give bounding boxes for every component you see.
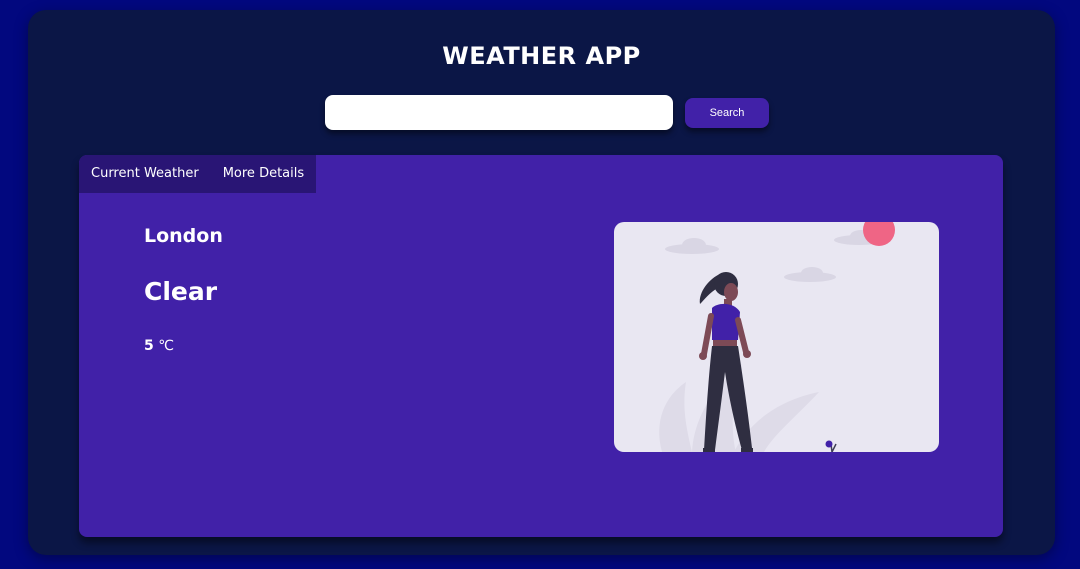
- search-input[interactable]: [325, 95, 673, 130]
- app-title: WEATHER APP: [442, 42, 641, 70]
- app-shell: WEATHER APP Search Current Weather More …: [28, 10, 1055, 555]
- flower-icon: [825, 440, 837, 452]
- person-standing-outdoors-illustration: [614, 222, 939, 452]
- city-name: London: [144, 225, 223, 247]
- weather-condition: Clear: [144, 277, 218, 306]
- search-button[interactable]: Search: [685, 98, 769, 128]
- temperature: 5 ℃: [144, 338, 174, 354]
- cloud-icon: [665, 230, 884, 282]
- temperature-unit: ℃: [158, 338, 174, 354]
- weather-card: Current Weather More Details London Clea…: [79, 155, 1003, 537]
- temperature-value: 5: [144, 338, 154, 354]
- tab-bar: Current Weather More Details: [79, 155, 317, 193]
- tab-more-details[interactable]: More Details: [211, 155, 316, 193]
- tab-current-weather[interactable]: Current Weather: [79, 155, 211, 193]
